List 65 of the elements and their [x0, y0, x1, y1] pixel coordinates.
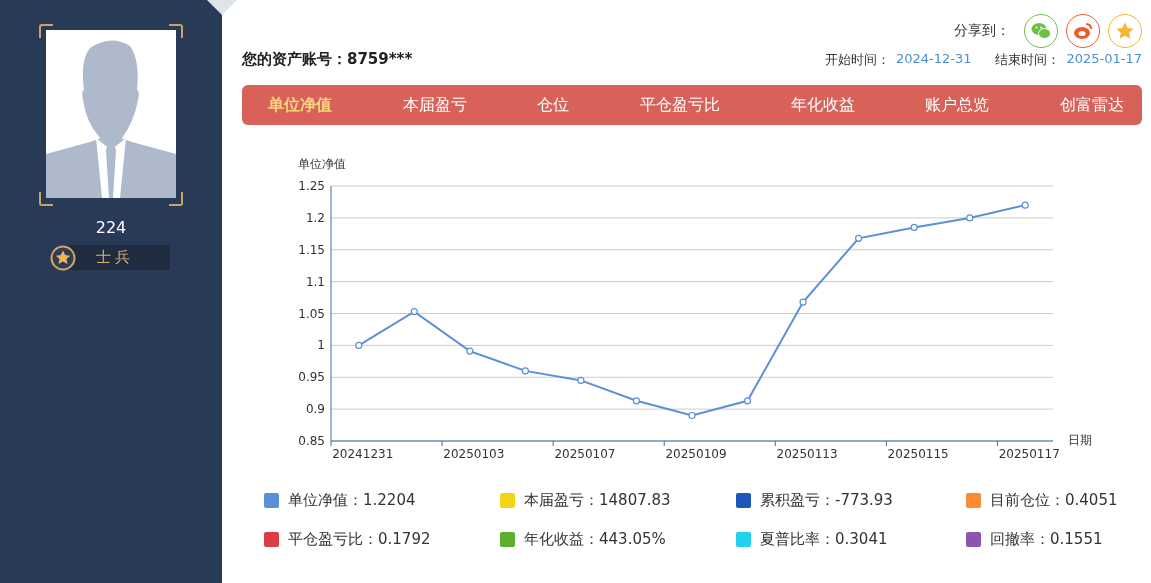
axis-label: 20241231 — [332, 447, 394, 461]
stat-text: 平仓盈亏比：0.1792 — [288, 530, 431, 549]
stat-text: 回撤率：0.1551 — [990, 530, 1103, 549]
frame-corner — [39, 24, 53, 38]
tab[interactable]: 年化收益 — [776, 88, 869, 122]
start-label: 开始时间： — [824, 50, 890, 69]
tab[interactable]: 平仓盈亏比 — [625, 88, 734, 122]
share-button[interactable] — [1108, 14, 1142, 48]
chat-bubbles-icon — [1031, 22, 1051, 40]
axis-label: 1 — [317, 338, 325, 353]
data-point — [855, 234, 863, 242]
axis-label: 1.25 — [298, 179, 325, 193]
data-point — [355, 341, 363, 349]
account-number: 您的资产账号：8759*** — [242, 50, 413, 69]
frame-corner — [169, 24, 183, 38]
stat-text: 本届盈亏：14807.83 — [524, 491, 671, 510]
tab[interactable]: 账户总览 — [911, 88, 1004, 122]
axis-label: 20250107 — [554, 447, 616, 461]
data-point — [577, 376, 585, 385]
axis-label: 20250115 — [887, 447, 949, 461]
end-label: 结束时间： — [995, 50, 1061, 69]
tab[interactable]: 创富雷达 — [1045, 88, 1138, 122]
stat-text: 年化收益：443.05% — [524, 530, 666, 549]
frame-corner — [169, 192, 183, 206]
axis-label: 20250117 — [998, 447, 1060, 461]
axis-label: 20250113 — [776, 447, 838, 461]
score-number: 224 — [95, 218, 127, 237]
share-label: 分享到： — [954, 22, 1010, 40]
frame-corner — [39, 192, 53, 206]
stat-text: 夏普比率：0.3041 — [760, 530, 888, 549]
tab[interactable]: 仓位 — [523, 88, 584, 122]
axis-label: 1.2 — [305, 210, 325, 225]
data-point — [910, 223, 918, 232]
share-button[interactable] — [1066, 14, 1100, 48]
stat-text: 累积盈亏：-773.93 — [760, 491, 893, 510]
axis-label: 20250103 — [443, 447, 505, 461]
axis-label: 0.9 — [305, 402, 325, 417]
star-medal-icon — [50, 244, 76, 271]
rank-label: 士兵 — [96, 248, 134, 267]
star-icon — [1115, 22, 1135, 40]
data-point — [1021, 201, 1029, 209]
share-button[interactable] — [1024, 14, 1058, 48]
axis-label: 1.05 — [298, 306, 325, 321]
axis-title: 日期 — [1068, 433, 1092, 447]
axis-label: 1.15 — [298, 242, 325, 257]
data-point — [632, 397, 641, 405]
axis-label: 1.1 — [305, 274, 325, 289]
data-point — [743, 397, 752, 405]
swirl-icon — [1073, 22, 1093, 40]
tab[interactable]: 单位净值 — [254, 88, 346, 122]
data-point — [410, 308, 418, 316]
end-date: 2025-01-17 — [1066, 50, 1142, 68]
data-point — [521, 367, 529, 375]
tab[interactable]: 本届盈亏 — [388, 88, 481, 122]
axis-label: 0.85 — [298, 434, 325, 448]
axis-title: 单位净值 — [298, 157, 346, 171]
axis-label: 20250109 — [665, 447, 727, 461]
data-point — [966, 214, 974, 222]
stat-text: 单位净值：1.2204 — [288, 491, 416, 510]
start-date: 2024-12-31 — [895, 50, 972, 68]
axis-label: 0.95 — [298, 370, 325, 385]
stat-text: 目前仓位：0.4051 — [990, 491, 1118, 510]
data-point — [466, 347, 474, 355]
data-point — [688, 411, 696, 420]
data-point — [799, 298, 807, 306]
